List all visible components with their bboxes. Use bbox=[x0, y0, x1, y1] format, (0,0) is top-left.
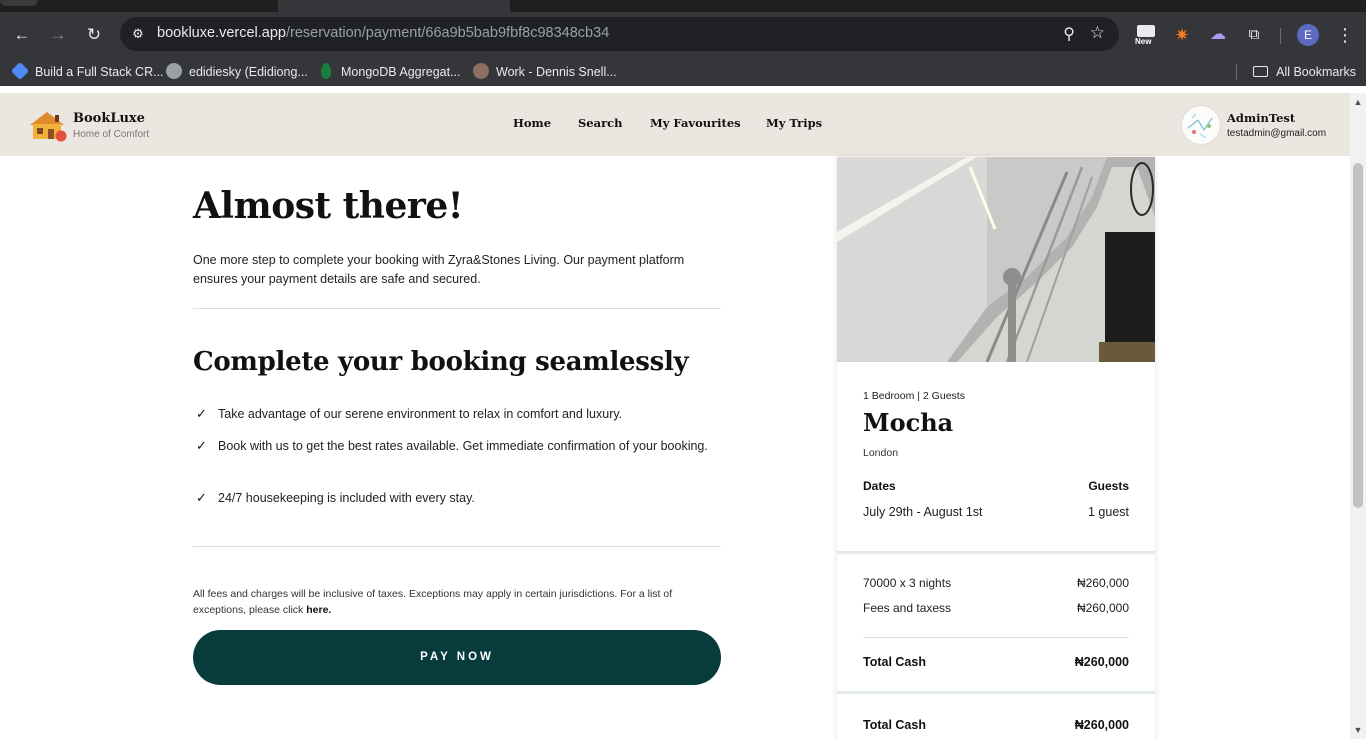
room-title: Mocha bbox=[863, 408, 954, 437]
reload-icon[interactable]: ↻ bbox=[81, 22, 107, 48]
url-path: /reservation/payment/66a9b5bab9fbf8c9834… bbox=[285, 25, 610, 41]
forward-arrow-icon[interactable]: → bbox=[45, 22, 71, 48]
page-scrollbar[interactable]: ▲ ▼ bbox=[1350, 93, 1366, 739]
benefit-text: 24/7 housekeeping is included with every… bbox=[218, 491, 475, 505]
browser-tab-active[interactable] bbox=[278, 0, 510, 12]
mongodb-leaf-icon bbox=[321, 63, 331, 79]
profile-avatar[interactable]: E bbox=[1297, 24, 1319, 46]
divider bbox=[193, 546, 721, 547]
fees-line: Fees and taxess ₦260,000 bbox=[863, 601, 1129, 615]
benefit-item: ✓ Book with us to get the best rates ava… bbox=[193, 436, 723, 456]
check-icon: ✓ bbox=[196, 490, 207, 505]
bookmark-item[interactable]: MongoDB Aggregat... bbox=[318, 63, 461, 81]
url-host: bookluxe.vercel.app bbox=[157, 25, 286, 41]
new-badge: New bbox=[1135, 37, 1152, 46]
nav-home[interactable]: Home bbox=[513, 116, 551, 130]
site-header: BookLuxe Home of Comfort Home Search My … bbox=[0, 93, 1350, 156]
divider bbox=[193, 308, 721, 309]
avatar-icon bbox=[473, 63, 489, 79]
nights-label: 70000 x 3 nights bbox=[863, 576, 952, 590]
scroll-down-arrow-icon[interactable]: ▼ bbox=[1350, 723, 1366, 737]
diamond-icon bbox=[10, 61, 30, 81]
address-bar[interactable]: ⚙ bookluxe.vercel.app/reservation/paymen… bbox=[120, 17, 1119, 51]
more-menu-icon[interactable]: ⋮ bbox=[1335, 22, 1355, 48]
dates-label: Dates bbox=[863, 479, 896, 493]
nav-search[interactable]: Search bbox=[578, 116, 623, 130]
benefit-text: Take advantage of our serene environment… bbox=[218, 407, 623, 421]
url-text[interactable]: bookluxe.vercel.app/reservation/payment/… bbox=[157, 25, 609, 41]
user-name[interactable]: AdminTest bbox=[1227, 111, 1295, 125]
nav-my-favourites[interactable]: My Favourites bbox=[650, 116, 741, 130]
fees-amount: ₦260,000 bbox=[1076, 601, 1129, 615]
browser-tab[interactable] bbox=[0, 0, 38, 6]
guests-label: Guests bbox=[1088, 479, 1129, 493]
pay-now-button[interactable]: PAY NOW bbox=[193, 630, 721, 685]
guests-value: 1 guest bbox=[1087, 505, 1129, 519]
card-divider bbox=[837, 691, 1155, 694]
folder-icon bbox=[1253, 66, 1269, 77]
intro-text: One more step to complete your booking w… bbox=[193, 253, 685, 286]
bookmarks-bar: Build a Full Stack CR... edidiesky (Edid… bbox=[0, 58, 1366, 86]
bookmark-star-icon[interactable]: ☆ bbox=[1090, 23, 1105, 43]
total-amount: ₦260,000 bbox=[1074, 655, 1129, 669]
fees-exceptions-link[interactable]: here. bbox=[306, 604, 331, 616]
nav-my-trips[interactable]: My Trips bbox=[766, 116, 822, 130]
scroll-up-arrow-icon[interactable]: ▲ bbox=[1350, 95, 1366, 109]
nights-amount: ₦260,000 bbox=[1076, 576, 1129, 590]
bookmark-label: MongoDB Aggregat... bbox=[341, 65, 461, 79]
brand-name[interactable]: BookLuxe bbox=[73, 111, 145, 126]
bookmark-label: Build a Full Stack CR... bbox=[35, 65, 164, 79]
sparkle-extension-icon[interactable]: ✷ bbox=[1170, 22, 1194, 48]
fees-note-text: All fees and charges will be inclusive o… bbox=[193, 588, 673, 616]
github-icon bbox=[166, 63, 182, 79]
benefit-item: ✓ 24/7 housekeeping is included with eve… bbox=[193, 488, 723, 508]
total-label: Total Cash bbox=[863, 655, 926, 669]
tab-strip bbox=[0, 0, 1366, 12]
extensions-puzzle-icon[interactable]: ⧉ bbox=[1242, 22, 1266, 48]
nights-line: 70000 x 3 nights ₦260,000 bbox=[863, 576, 1129, 590]
room-photo bbox=[837, 157, 1155, 362]
divider bbox=[863, 637, 1129, 638]
browser-tab[interactable] bbox=[512, 0, 1366, 12]
booking-summary-card: 1 Bedroom | 2 Guests Mocha London Dates … bbox=[837, 157, 1155, 739]
page-viewport: BookLuxe Home of Comfort Home Search My … bbox=[0, 93, 1366, 739]
back-arrow-icon[interactable]: ← bbox=[9, 22, 35, 48]
benefit-text: Book with us to get the best rates avail… bbox=[218, 439, 708, 453]
page-title: Almost there! bbox=[193, 185, 464, 227]
zoom-icon[interactable]: ⚲ bbox=[1063, 24, 1075, 44]
house-logo-icon[interactable] bbox=[27, 107, 69, 143]
section-title: Complete your booking seamlessly bbox=[193, 347, 689, 377]
card-divider bbox=[837, 551, 1155, 554]
scrollbar-thumb[interactable] bbox=[1353, 163, 1363, 508]
total-amount: ₦260,000 bbox=[1074, 718, 1129, 732]
ghost-extension-icon[interactable]: ☁ bbox=[1206, 22, 1230, 48]
total-label: Total Cash bbox=[863, 718, 926, 732]
total-line: Total Cash ₦260,000 bbox=[863, 718, 1129, 732]
dates-value: July 29th - August 1st bbox=[863, 505, 983, 519]
check-icon: ✓ bbox=[196, 406, 207, 421]
browser-toolbar: ← → ↻ ⚙ bookluxe.vercel.app/reservation/… bbox=[0, 12, 1366, 58]
room-city: London bbox=[863, 447, 899, 459]
check-icon: ✓ bbox=[196, 438, 207, 453]
brand-tagline: Home of Comfort bbox=[73, 129, 150, 140]
user-email: testadmin@gmail.com bbox=[1227, 128, 1327, 139]
fees-note: All fees and charges will be inclusive o… bbox=[193, 586, 721, 618]
site-settings-icon[interactable]: ⚙ bbox=[128, 24, 148, 44]
user-avatar[interactable] bbox=[1181, 105, 1221, 145]
bookmarks-divider bbox=[1236, 64, 1237, 80]
benefit-item: ✓ Take advantage of our serene environme… bbox=[193, 404, 723, 424]
bookmark-item[interactable]: Build a Full Stack CR... bbox=[10, 61, 164, 81]
bookmark-label: Work - Dennis Snell... bbox=[496, 65, 617, 79]
all-bookmarks-button[interactable]: All Bookmarks bbox=[1253, 63, 1356, 81]
bookmark-item[interactable]: Work - Dennis Snell... bbox=[473, 63, 617, 81]
new-extension-icon[interactable]: New bbox=[1133, 22, 1159, 48]
bookmark-item[interactable]: edidiesky (Edidiong... bbox=[166, 63, 308, 81]
room-meta: 1 Bedroom | 2 Guests bbox=[863, 390, 965, 402]
all-bookmarks-label: All Bookmarks bbox=[1276, 65, 1356, 79]
fees-label: Fees and taxess bbox=[863, 601, 952, 615]
toolbar-divider bbox=[1280, 28, 1281, 44]
total-line: Total Cash ₦260,000 bbox=[863, 655, 1129, 669]
bookmark-label: edidiesky (Edidiong... bbox=[189, 65, 308, 79]
